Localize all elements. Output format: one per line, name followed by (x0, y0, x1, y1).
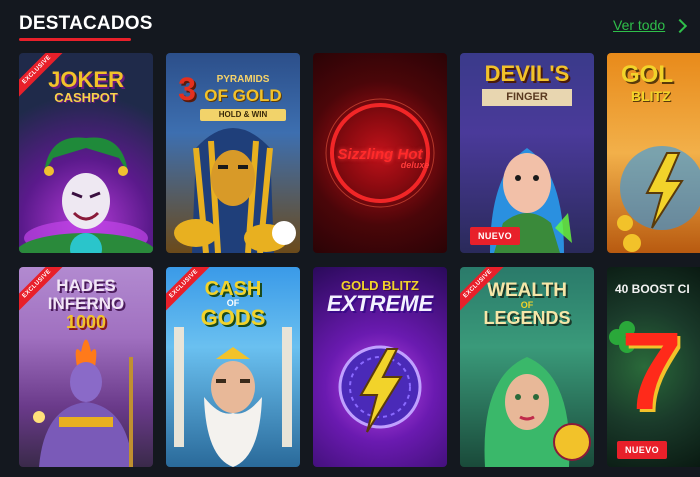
new-badge: NUEVO (617, 441, 668, 459)
see-all-label[interactable]: Ver todo (613, 17, 665, 33)
game-title-line2: EXTREME (326, 291, 434, 316)
game-title-line2: FINGER (482, 89, 572, 106)
game-card-wealth-of-legends[interactable]: WEALTH OF LEGENDS EXCLUSIVE (460, 267, 594, 467)
seven-symbol: 7 (621, 310, 683, 433)
game-card-gold-blitz-extreme[interactable]: GOLD BLITZ EXTREME (313, 267, 447, 467)
game-title-line3: 1000 (65, 312, 107, 332)
game-title-line2: INFERNO (47, 294, 125, 313)
section-title: DESTACADOS (19, 13, 153, 34)
game-title-line3: LEGENDS (483, 308, 571, 328)
section-header: DESTACADOS Ver todo (0, 0, 700, 46)
game-title-line2: CASHPOT (54, 90, 118, 105)
game-title-line1: GOL (621, 61, 673, 88)
game-card-sizzling-hot-deluxe[interactable]: Sizzling Hot deluxe (313, 53, 447, 253)
new-badge: NUEVO (470, 227, 521, 245)
game-title-line3: OF GOLD (204, 86, 282, 105)
game-card-joker-cashpot[interactable]: JOKER CASHPOT EXCLUSIVE (19, 53, 153, 253)
game-card-gold-blitz[interactable]: GOL BLITZ (607, 53, 700, 253)
game-title-line3: GODS (200, 305, 266, 330)
game-title-line2: PYRAMIDS (216, 74, 270, 85)
game-title-line2: BLITZ (631, 88, 671, 104)
title-underline (19, 38, 131, 41)
game-card-3-pyramids-of-gold[interactable]: 3 PYRAMIDS OF GOLD HOLD & WIN (166, 53, 300, 253)
game-card-cash-of-gods[interactable]: CASH OF GODS EXCLUSIVE (166, 267, 300, 467)
game-card-40-boost-citrus[interactable]: 40 BOOST CI 7 NUEVO (607, 267, 700, 467)
game-title-line2: deluxe (400, 160, 430, 170)
game-title-line4: HOLD & WIN (200, 109, 286, 121)
game-card-devils-finger[interactable]: DEVIL'S FINGER NUEVO (460, 53, 594, 253)
chevron-right-icon[interactable] (673, 18, 688, 33)
game-title-line1: DEVIL'S (484, 61, 570, 86)
see-all-link[interactable]: Ver todo (613, 17, 688, 33)
game-card-hades-inferno-1000[interactable]: HADES INFERNO 1000 EXCLUSIVE (19, 267, 153, 467)
game-title-line1: 40 BOOST CI (615, 282, 690, 296)
